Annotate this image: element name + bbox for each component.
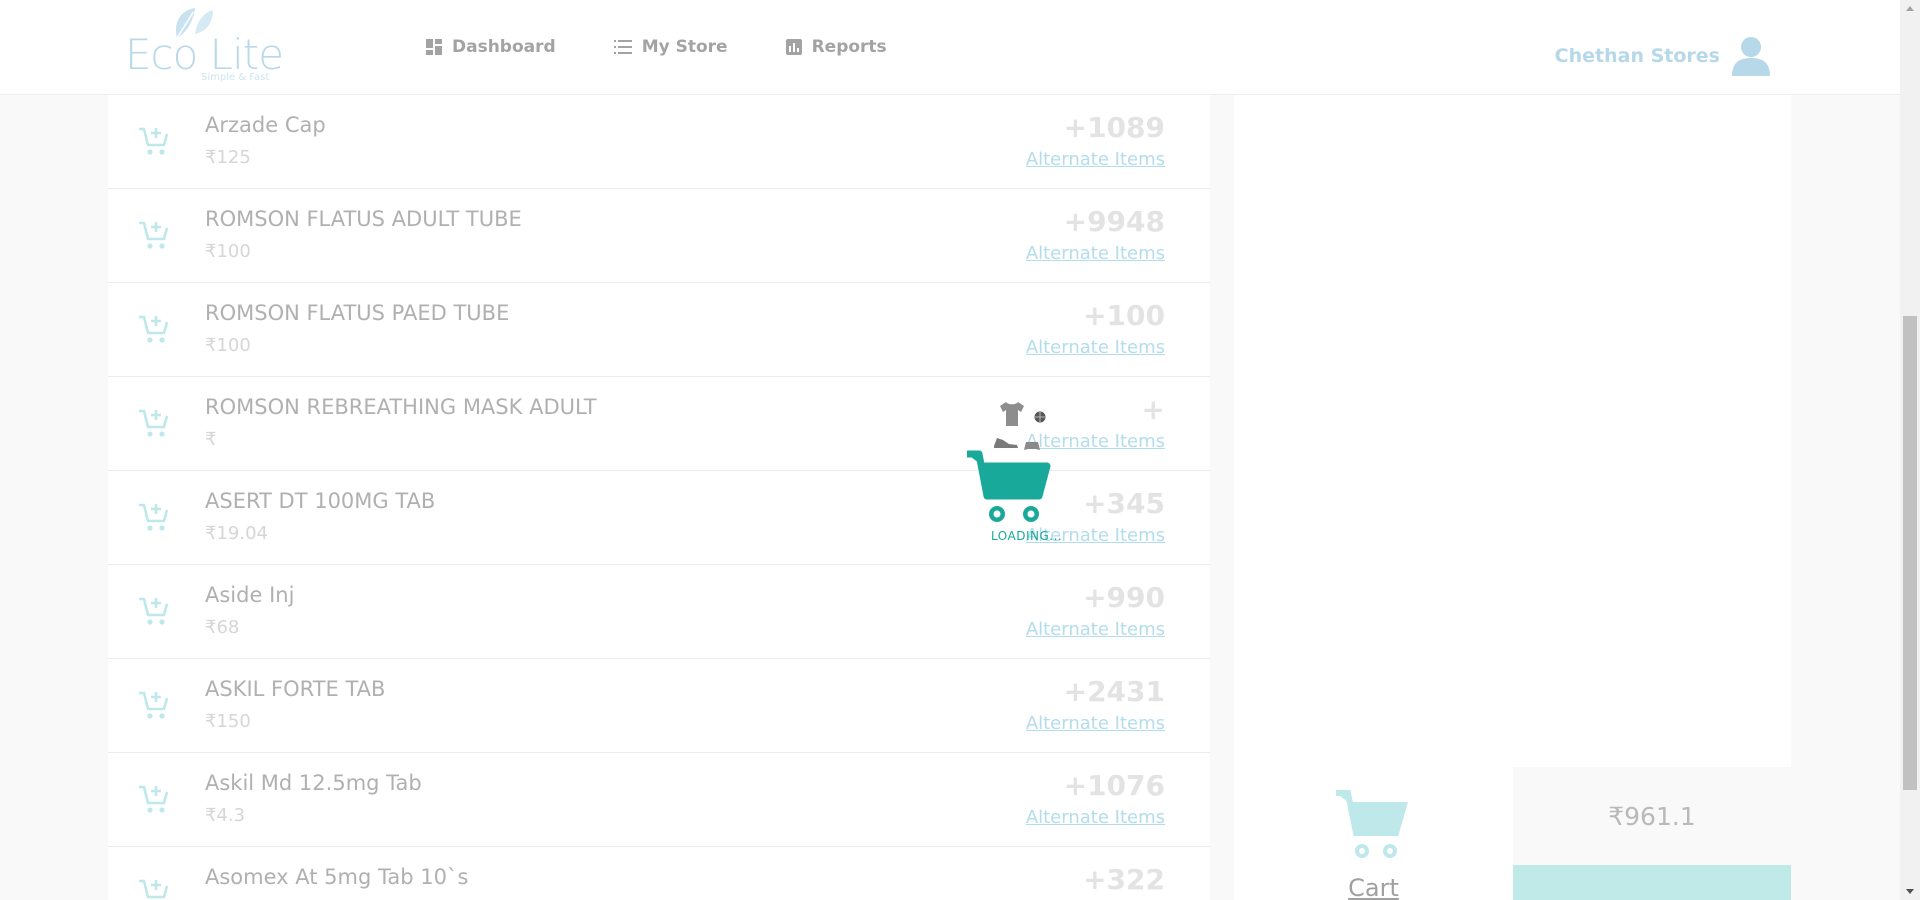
add-to-cart-icon[interactable] bbox=[138, 125, 170, 157]
alternate-items-link[interactable]: Alternate Items bbox=[1026, 337, 1165, 358]
product-price: ₹150 bbox=[205, 711, 251, 732]
user-icon bbox=[1732, 37, 1770, 76]
product-price: ₹4.3 bbox=[205, 805, 246, 826]
top-header: Eco Lite Simple & Fast Dashboard My Stor… bbox=[0, 0, 1900, 95]
product-name: ROMSON FLATUS PAED TUBE bbox=[205, 301, 510, 325]
cart-button[interactable]: Cart bbox=[1234, 767, 1513, 900]
nav-my-store[interactable]: My Store bbox=[613, 37, 728, 57]
list-item[interactable]: Aside Inj ₹68 +990 Alternate Items bbox=[108, 565, 1210, 659]
page-scrollbar[interactable] bbox=[1900, 0, 1920, 900]
product-price: ₹19.04 bbox=[205, 523, 268, 544]
product-price: ₹ bbox=[205, 429, 217, 450]
user-menu[interactable]: Chethan Stores bbox=[1555, 36, 1772, 76]
ball-icon bbox=[1034, 411, 1046, 423]
product-name: Asomex At 5mg Tab 10`s bbox=[205, 865, 469, 889]
bar-chart-icon bbox=[785, 39, 802, 55]
product-stock: +2431 bbox=[1063, 675, 1165, 708]
product-name: ROMSON REBREATHING MASK ADULT bbox=[205, 395, 597, 419]
product-price: ₹100 bbox=[205, 335, 251, 356]
loading-indicator: LOADING... bbox=[965, 396, 1065, 546]
add-to-cart-icon[interactable] bbox=[138, 877, 170, 900]
product-name: ASKIL FORTE TAB bbox=[205, 677, 386, 701]
list-item[interactable]: ROMSON FLATUS PAED TUBE ₹100 +100 Altern… bbox=[108, 283, 1210, 377]
brand-logo[interactable]: Eco Lite Simple & Fast bbox=[125, 4, 285, 88]
shirt-icon bbox=[1000, 402, 1024, 426]
nav-my-store-label: My Store bbox=[641, 37, 728, 57]
cart-details-panel bbox=[1234, 95, 1791, 767]
loading-cart-icon bbox=[967, 450, 1051, 522]
list-item[interactable]: Askil Md 12.5mg Tab ₹4.3 +1076 Alternate… bbox=[108, 753, 1210, 847]
product-name: Arzade Cap bbox=[205, 113, 326, 137]
dashboard-icon bbox=[426, 39, 442, 55]
list-item[interactable]: Asomex At 5mg Tab 10`s +322 bbox=[108, 847, 1210, 900]
add-to-cart-icon[interactable] bbox=[138, 313, 170, 345]
list-item[interactable]: ASKIL FORTE TAB ₹150 +2431 Alternate Ite… bbox=[108, 659, 1210, 753]
alternate-items-link[interactable]: Alternate Items bbox=[1026, 713, 1165, 734]
product-stock: +9948 bbox=[1063, 205, 1165, 238]
product-name: ASERT DT 100MG TAB bbox=[205, 489, 436, 513]
cart-total-value: ₹961.1 bbox=[1608, 801, 1696, 831]
alternate-items-link[interactable]: Alternate Items bbox=[1026, 243, 1165, 264]
cart-label[interactable]: Cart bbox=[1234, 874, 1513, 900]
scrollbar-thumb[interactable] bbox=[1903, 316, 1917, 790]
list-item[interactable]: Arzade Cap ₹125 +1089 Alternate Items bbox=[108, 95, 1210, 189]
loading-text: LOADING... bbox=[991, 529, 1063, 543]
add-to-cart-icon[interactable] bbox=[138, 595, 170, 627]
brand-tagline: Simple & Fast bbox=[201, 72, 270, 83]
product-stock: +1076 bbox=[1063, 769, 1165, 802]
alternate-items-link[interactable]: Alternate Items bbox=[1026, 807, 1165, 828]
main-nav: Dashboard My Store Reports bbox=[426, 37, 887, 57]
product-name: Askil Md 12.5mg Tab bbox=[205, 771, 422, 795]
scroll-up-icon[interactable] bbox=[1906, 6, 1914, 11]
product-price: ₹125 bbox=[205, 147, 251, 168]
product-name: ROMSON FLATUS ADULT TUBE bbox=[205, 207, 522, 231]
checkout-button[interactable] bbox=[1513, 865, 1791, 900]
store-name: Chethan Stores bbox=[1554, 45, 1720, 67]
nav-reports[interactable]: Reports bbox=[785, 37, 887, 57]
add-to-cart-icon[interactable] bbox=[138, 501, 170, 533]
product-stock: +1089 bbox=[1063, 111, 1165, 144]
scroll-down-icon[interactable] bbox=[1906, 889, 1914, 894]
list-icon bbox=[613, 40, 632, 54]
alternate-items-link[interactable]: Alternate Items bbox=[1026, 149, 1165, 170]
product-stock: + bbox=[1141, 393, 1165, 426]
product-stock: +345 bbox=[1083, 487, 1165, 520]
add-to-cart-icon[interactable] bbox=[138, 219, 170, 251]
product-stock: +990 bbox=[1083, 581, 1165, 614]
cart-icon bbox=[1336, 790, 1408, 858]
add-to-cart-icon[interactable] bbox=[138, 689, 170, 721]
nav-dashboard-label: Dashboard bbox=[452, 37, 556, 57]
list-item[interactable]: ROMSON FLATUS ADULT TUBE ₹100 +9948 Alte… bbox=[108, 189, 1210, 283]
nav-reports-label: Reports bbox=[811, 37, 887, 57]
nav-dashboard[interactable]: Dashboard bbox=[426, 37, 556, 57]
product-price: ₹68 bbox=[205, 617, 240, 638]
product-price: ₹100 bbox=[205, 241, 251, 262]
add-to-cart-icon[interactable] bbox=[138, 783, 170, 815]
product-name: Aside Inj bbox=[205, 583, 295, 607]
product-stock: +100 bbox=[1083, 299, 1165, 332]
product-stock: +322 bbox=[1083, 863, 1165, 896]
add-to-cart-icon[interactable] bbox=[138, 407, 170, 439]
alternate-items-link[interactable]: Alternate Items bbox=[1026, 619, 1165, 640]
cart-total: ₹961.1 bbox=[1513, 767, 1791, 865]
